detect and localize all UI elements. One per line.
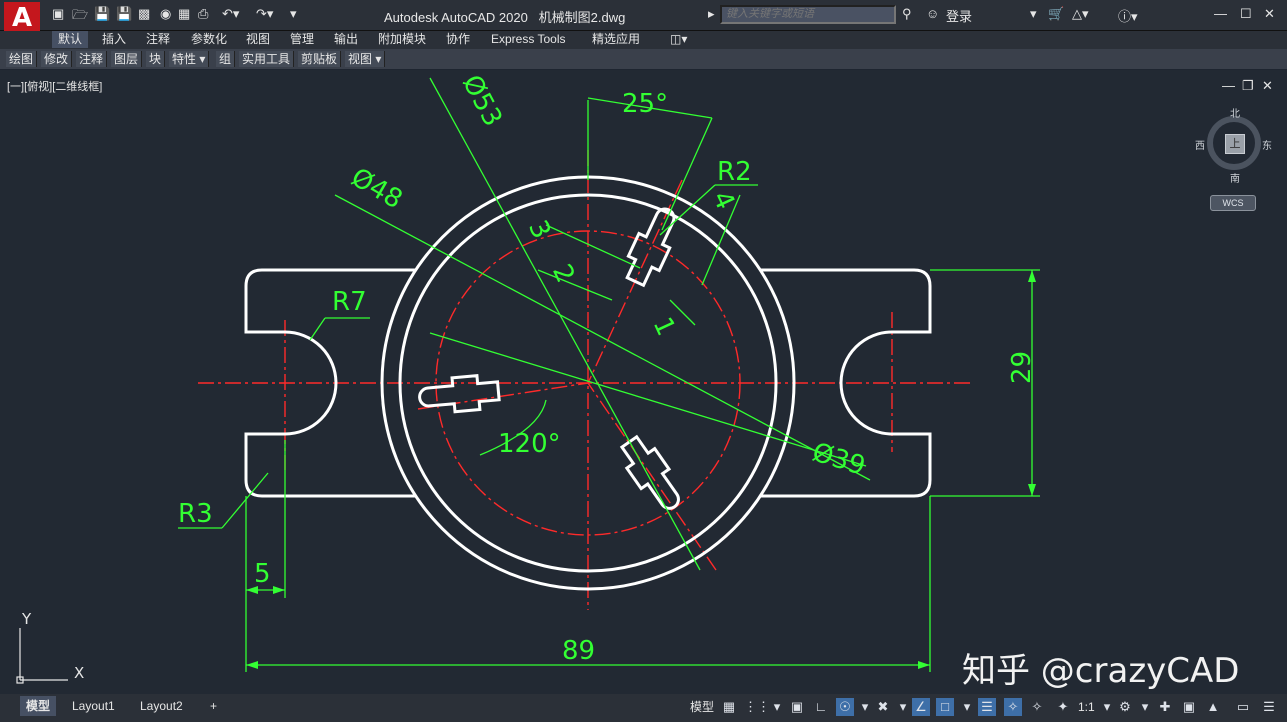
dim-text-1: 1 — [647, 313, 681, 341]
cad-drawing: Ø53 Ø48 Ø39 25° 120° R2 R7 R3 4 3 2 1 29… — [16, 70, 1040, 684]
arrow-29-top — [1028, 270, 1036, 282]
watermark-text: 知乎 @crazyCAD — [962, 651, 1240, 691]
workspace-dropdown-icon[interactable]: ▾ — [1136, 698, 1154, 716]
dim-text-d53: Ø53 — [456, 70, 508, 131]
dim-text-29: 29 — [1007, 351, 1037, 384]
dim-text-4: 4 — [706, 187, 740, 215]
ucs-x-label: X — [74, 664, 84, 682]
object-snap-dropdown-icon[interactable]: ▾ — [958, 698, 976, 716]
tab-model[interactable]: 模型 — [20, 696, 57, 716]
dim-text-d48: Ø48 — [346, 162, 407, 215]
key-slot-bottom — [619, 434, 680, 510]
auto-scale-icon[interactable]: ✧ — [1028, 698, 1046, 716]
annotation-visibility-icon[interactable]: ✧ — [1004, 698, 1022, 716]
lineweight-icon[interactable]: ☰ — [978, 698, 996, 716]
key-slot-top — [625, 207, 676, 288]
clean-screen-icon[interactable]: ▭ — [1234, 698, 1252, 716]
snap-dropdown-icon[interactable]: ▾ — [768, 698, 786, 716]
object-snap-tracking-icon[interactable]: ∠ — [912, 698, 930, 716]
dim-text-120deg: 120° — [498, 429, 561, 459]
units-icon[interactable]: ▣ — [1180, 698, 1198, 716]
dim-text-d39: Ø39 — [809, 437, 869, 481]
arrow-89-left — [246, 661, 258, 669]
add-layout-button[interactable]: + — [204, 696, 223, 716]
model-space-button[interactable]: 模型 — [690, 698, 714, 716]
slot-centerline-bottom — [587, 382, 717, 571]
dim-line-3 — [545, 224, 641, 269]
annotation-scale-value[interactable]: 1:1 — [1078, 698, 1095, 716]
dim-text-r2: R2 — [717, 157, 752, 187]
dim-text-89: 89 — [562, 636, 595, 666]
tab-layout2[interactable]: Layout2 — [134, 696, 189, 716]
polar-dropdown-icon[interactable]: ▾ — [856, 698, 874, 716]
dim-text-r3: R3 — [178, 499, 213, 529]
dim-text-25deg: 25° — [622, 89, 668, 119]
grid-icon[interactable]: ▦ — [720, 698, 738, 716]
infer-constraints-icon[interactable]: ▣ — [788, 698, 806, 716]
isodraft-icon[interactable]: ✖ — [874, 698, 892, 716]
polar-tracking-icon[interactable]: ☉ — [836, 698, 854, 716]
tab-layout1[interactable]: Layout1 — [66, 696, 121, 716]
dim-text-2: 2 — [546, 260, 580, 288]
dim-text-r7: R7 — [332, 287, 367, 317]
isodraft-dropdown-icon[interactable]: ▾ — [894, 698, 912, 716]
annotation-scale-icon[interactable]: ✦ — [1054, 698, 1072, 716]
isolate-objects-icon[interactable]: ▲ — [1204, 698, 1222, 716]
dim-text-5: 5 — [254, 559, 271, 589]
ortho-icon[interactable]: ∟ — [812, 698, 830, 716]
snap-icon[interactable]: ⋮⋮ — [744, 698, 770, 716]
status-bar: 模型 Layout1 Layout2 + 模型 ▦ ⋮⋮ ▾ ▣ ∟ ☉ ▾ ✖… — [0, 694, 1287, 722]
key-slot-left — [418, 374, 501, 414]
ucs-y-label: Y — [21, 610, 32, 628]
object-snap-icon[interactable]: □ — [936, 698, 954, 716]
arrow-29-bottom — [1028, 484, 1036, 496]
customization-menu-icon[interactable]: ☰ — [1260, 698, 1278, 716]
dim-text-3: 3 — [522, 216, 556, 244]
leader-r7 — [309, 317, 326, 341]
annotation-monitor-icon[interactable]: ✚ — [1156, 698, 1174, 716]
arrow-5-right — [273, 586, 285, 594]
arrow-89-right — [918, 661, 930, 669]
scale-dropdown-icon[interactable]: ▾ — [1098, 698, 1116, 716]
workspace-gear-icon[interactable]: ⚙ — [1116, 698, 1134, 716]
